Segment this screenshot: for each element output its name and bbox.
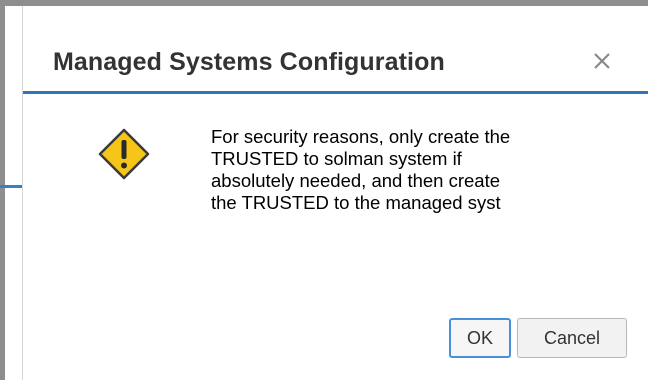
- background-window-frame-left: [0, 0, 5, 380]
- dialog-message: For security reasons, only create the TR…: [211, 126, 511, 213]
- cancel-button[interactable]: Cancel: [517, 318, 627, 358]
- background-accent-line: [0, 185, 22, 188]
- ok-button[interactable]: OK: [449, 318, 511, 358]
- managed-systems-dialog: Managed Systems Configuration For securi…: [22, 6, 648, 380]
- dialog-title: Managed Systems Configuration: [53, 48, 445, 76]
- warning-icon: [98, 128, 150, 180]
- dialog-title-bar: Managed Systems Configuration: [23, 6, 648, 94]
- screen: Managed Systems Configuration For securi…: [0, 0, 648, 380]
- close-icon: [594, 53, 610, 69]
- close-button[interactable]: [587, 44, 617, 78]
